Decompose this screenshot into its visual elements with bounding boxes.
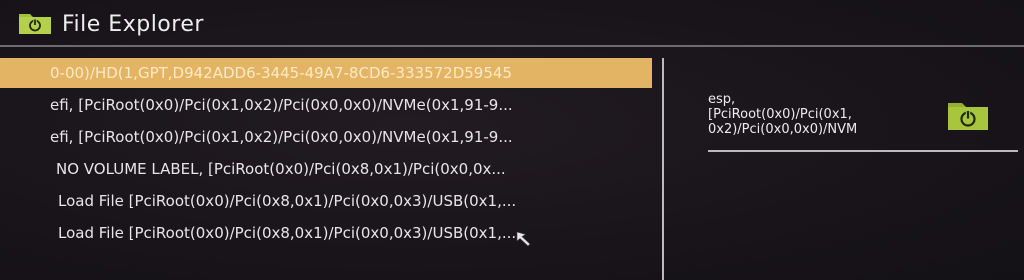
title-bar: File Explorer <box>18 8 204 40</box>
file-item-label: NO VOLUME LABEL, [PciRoot(0x0)/Pci(0x8,0… <box>56 160 506 178</box>
file-item[interactable]: Load File [PciRoot(0x0)/Pci(0x8,0x1)/Pci… <box>0 218 660 248</box>
file-item-label: Load File [PciRoot(0x0)/Pci(0x8,0x1)/Pci… <box>58 224 517 242</box>
file-explorer-screen: File Explorer 0-00)/HD(1,GPT,D942ADD6-34… <box>0 0 1024 280</box>
file-item[interactable]: NO VOLUME LABEL, [PciRoot(0x0)/Pci(0x8,0… <box>0 154 660 184</box>
detail-path-text: esp, [PciRoot(0x0)/Pci(0x1, 0x2)/Pci(0x0… <box>708 92 858 137</box>
file-item-selected[interactable]: 0-00)/HD(1,GPT,D942ADD6-3445-49A7-8CD6-3… <box>0 58 652 88</box>
file-item-label: Load File [PciRoot(0x0)/Pci(0x8,0x1)/Pci… <box>58 192 517 210</box>
file-item-label: efi, [PciRoot(0x0)/Pci(0x1,0x2)/Pci(0x0,… <box>50 128 513 146</box>
file-item[interactable]: efi, [PciRoot(0x0)/Pci(0x1,0x2)/Pci(0x0,… <box>0 90 660 120</box>
file-item[interactable]: efi, [PciRoot(0x0)/Pci(0x1,0x2)/Pci(0x0,… <box>0 122 660 152</box>
file-item[interactable]: Load File [PciRoot(0x0)/Pci(0x8,0x1)/Pci… <box>0 186 660 216</box>
file-list: 0-00)/HD(1,GPT,D942ADD6-3445-49A7-8CD6-3… <box>0 58 660 250</box>
panel-divider <box>662 58 664 280</box>
file-item-label: 0-00)/HD(1,GPT,D942ADD6-3445-49A7-8CD6-3… <box>50 64 512 82</box>
window-title: File Explorer <box>62 11 204 37</box>
mouse-pointer-icon <box>516 231 536 253</box>
detail-panel: esp, [PciRoot(0x0)/Pci(0x1, 0x2)/Pci(0x0… <box>708 92 1018 154</box>
detail-divider <box>708 150 1018 152</box>
header-divider <box>0 45 1024 47</box>
file-item-label: efi, [PciRoot(0x0)/Pci(0x1,0x2)/Pci(0x0,… <box>50 96 513 114</box>
folder-power-icon[interactable] <box>946 98 990 136</box>
folder-power-icon <box>18 9 52 39</box>
